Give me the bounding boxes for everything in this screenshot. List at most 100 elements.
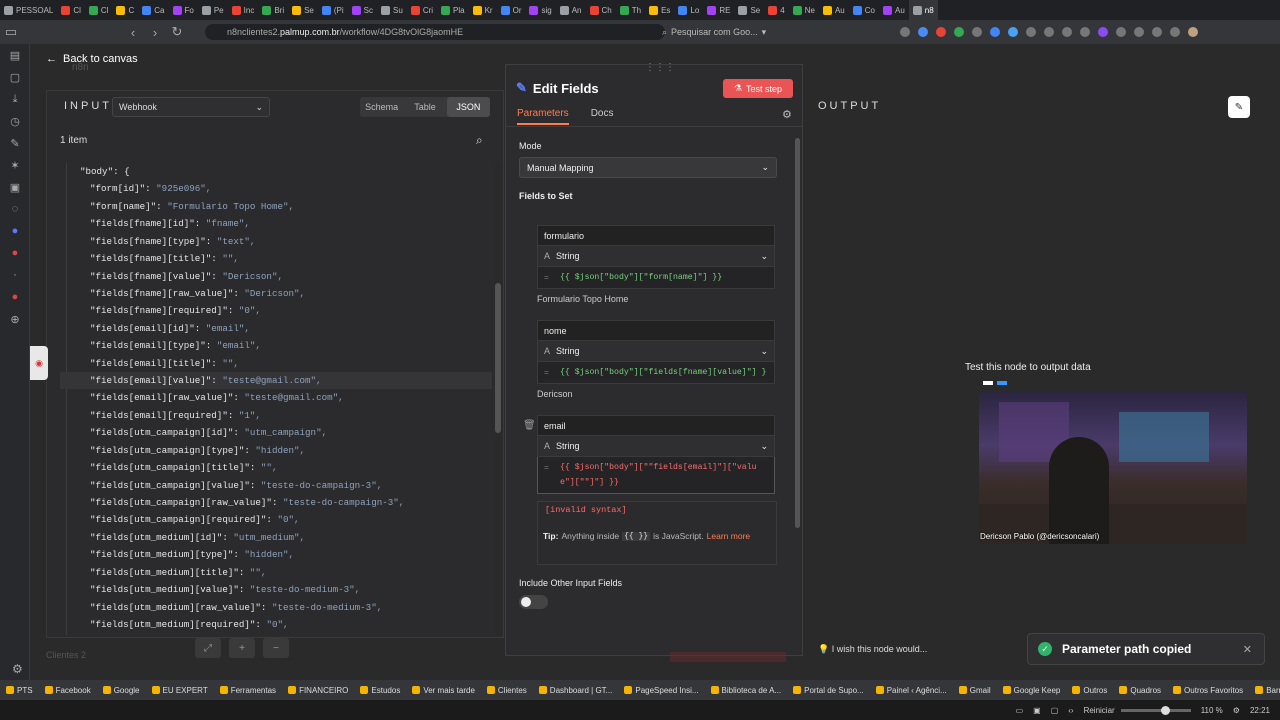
json-line[interactable]: "fields[email][id]": "email", [60, 320, 492, 337]
json-value[interactable]: "teste-do-medium-3", [272, 602, 382, 613]
browser-tab[interactable]: Au [819, 0, 849, 20]
chat-icon[interactable]: ◌ [0, 198, 30, 220]
browser-tab[interactable]: An [556, 0, 586, 20]
feedback-link[interactable]: 💡 I wish this node would... [818, 644, 927, 655]
bookmark-item[interactable]: Google Keep [1002, 686, 1060, 695]
settings-icon[interactable]: ⚙ [1233, 706, 1240, 715]
tab-table[interactable]: Table [403, 97, 446, 117]
browser-tab[interactable]: Th [616, 0, 645, 20]
add-panel-icon[interactable]: ⊕ [0, 308, 30, 330]
json-line[interactable]: "fields[utm_campaign][required]": "0", [60, 511, 492, 528]
tab-schema[interactable]: Schema [360, 97, 403, 117]
extension-icon[interactable] [1062, 27, 1072, 37]
vivaldi-icon[interactable]: ● [0, 242, 30, 264]
json-value[interactable]: "utm_medium", [233, 532, 305, 543]
json-key[interactable]: "fields[fname][type]": [90, 236, 217, 247]
field-type-select[interactable]: A String ⌄ [537, 246, 775, 267]
json-key[interactable]: "fields[utm_campaign][type]": [90, 445, 255, 456]
zoom-out-icon[interactable]: − [263, 638, 289, 658]
extension-icon[interactable] [900, 27, 910, 37]
json-line[interactable]: "fields[utm_medium][type]": "hidden", [60, 546, 492, 563]
bookmark-item[interactable]: Barra de Marca... [1255, 686, 1280, 695]
pinterest-icon[interactable]: ● [0, 286, 30, 308]
browser-tab[interactable]: Au [879, 0, 909, 20]
extension-icon[interactable] [1152, 27, 1162, 37]
browser-tab[interactable]: Es [645, 0, 674, 20]
json-key[interactable]: "fields[utm_medium][title]": [90, 567, 250, 578]
bookmark-item[interactable]: FINANCEIRO [288, 686, 348, 695]
json-value[interactable]: "fname", [206, 218, 250, 229]
json-key[interactable]: "fields[utm_campaign][raw_value]": [90, 497, 283, 508]
json-key[interactable]: "fields[utm_medium][value]": [90, 584, 250, 595]
bookmark-item[interactable]: Ferramentas [219, 686, 276, 695]
json-key[interactable]: "form[name]": [90, 201, 167, 212]
extension-icon[interactable] [972, 27, 982, 37]
profile-avatar[interactable] [1188, 27, 1198, 37]
field-name-input[interactable]: email [537, 415, 775, 436]
bookmark-item[interactable]: Outros Favoritos [1173, 686, 1243, 695]
json-value[interactable]: "hidden", [255, 445, 305, 456]
json-value[interactable]: "utm_campaign", [244, 427, 327, 438]
edit-output-button[interactable]: ✎ [1228, 96, 1250, 118]
json-key[interactable]: "fields[utm_campaign][required]": [90, 514, 277, 525]
json-key[interactable]: "fields[email][raw_value]": [90, 392, 244, 403]
browser-tab[interactable]: Cl [57, 0, 85, 20]
json-value[interactable]: "Formulario Topo Home", [167, 201, 294, 212]
extension-icon[interactable] [1098, 27, 1108, 37]
bookmark-item[interactable]: Quadros [1119, 686, 1161, 695]
browser-tab[interactable]: sig [525, 0, 555, 20]
bookmark-item[interactable]: Facebook [44, 686, 91, 695]
json-line[interactable]: "fields[fname][title]": "", [60, 250, 492, 267]
json-line[interactable]: "fields[utm_medium][id]": "utm_medium", [60, 529, 492, 546]
settings-gear-icon[interactable]: ⚙ [12, 662, 23, 676]
zoom-slider[interactable] [1120, 705, 1191, 715]
json-value[interactable]: "0", [239, 305, 261, 316]
json-line[interactable]: "form[name]": "Formulario Topo Home", [60, 198, 492, 215]
browser-tab[interactable]: Pla [437, 0, 469, 20]
back-arrow-icon[interactable]: ‹ [122, 20, 144, 44]
json-value[interactable]: "hidden", [244, 549, 294, 560]
browser-tab[interactable]: Or [497, 0, 526, 20]
panel-scrollbar[interactable] [794, 128, 802, 618]
json-key[interactable]: "fields[utm_medium][type]": [90, 549, 244, 560]
browser-tab[interactable]: Ca [138, 0, 168, 20]
json-key[interactable]: "fields[fname][title]": [90, 253, 222, 264]
fit-view-icon[interactable]: ⤢ [195, 638, 221, 658]
extension-icon[interactable]: ✶ [0, 154, 30, 176]
json-key[interactable]: "fields[utm_campaign][title]": [90, 462, 261, 473]
browser-tab[interactable]: Ne [789, 0, 819, 20]
back-to-canvas-link[interactable]: ← Back to canvas [46, 50, 138, 68]
browser-tab[interactable]: Lo [674, 0, 703, 20]
browser-tab[interactable]: PESSOAL [0, 0, 57, 20]
json-value[interactable]: "", [222, 253, 239, 264]
field-name-input[interactable]: nome [537, 320, 775, 341]
zoom-in-icon[interactable]: + [229, 638, 255, 658]
browser-tab[interactable]: Se [734, 0, 764, 20]
extension-icon[interactable] [1170, 27, 1180, 37]
tab-json[interactable]: JSON [446, 97, 490, 117]
json-key[interactable]: "fields[utm_medium][raw_value]": [90, 602, 272, 613]
json-key[interactable]: "fields[email][title]": [90, 358, 222, 369]
bookmark-item[interactable]: Biblioteca de A... [710, 686, 781, 695]
json-line[interactable]: "form[id]": "925e096", [60, 180, 492, 197]
extension-icon[interactable] [990, 27, 1000, 37]
trash-icon[interactable]: 🗑 [523, 420, 536, 431]
json-value[interactable]: "teste-do-campaign-3", [261, 480, 382, 491]
extension-icon[interactable] [1044, 27, 1054, 37]
json-value[interactable]: "Dericson", [244, 288, 305, 299]
browser-tab[interactable]: Inc [228, 0, 259, 20]
browser-tab[interactable]: 4 [764, 0, 788, 20]
json-key[interactable]: "fields[utm_medium][id]": [90, 532, 233, 543]
bookmark-item[interactable]: Clientes [486, 686, 527, 695]
json-line[interactable]: "fields[utm_medium][title]": "", [60, 564, 492, 581]
json-line[interactable]: "fields[fname][type]": "text", [60, 233, 492, 250]
slider-knob[interactable] [1160, 705, 1170, 715]
json-line[interactable]: "fields[utm_campaign][title]": "", [60, 459, 492, 476]
reading-list-icon[interactable]: ▢ [0, 66, 30, 88]
edit-icon[interactable]: ✎ [0, 132, 30, 154]
json-line[interactable]: "fields[utm_campaign][id]": "utm_campaig… [60, 424, 492, 441]
json-value[interactable]: "0", [277, 514, 299, 525]
json-key[interactable]: "fields[email][type]": [90, 340, 217, 351]
mode-select[interactable]: Manual Mapping ⌄ [519, 157, 777, 178]
browser-tab[interactable]: Cri [407, 0, 437, 20]
